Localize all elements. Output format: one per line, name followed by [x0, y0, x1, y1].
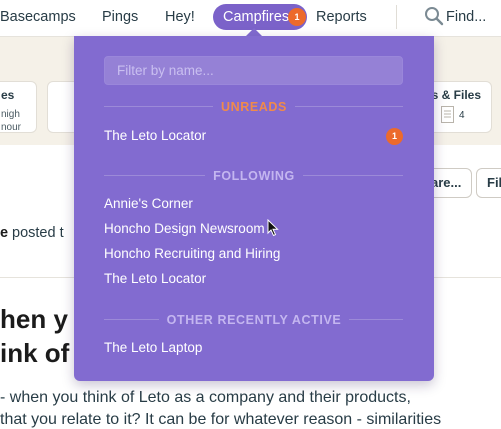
tool-card-left-line: nigh	[1, 109, 20, 120]
document-icon	[441, 106, 454, 123]
unreads-heading: UNREADS	[74, 99, 434, 115]
docs-files-count: 4	[459, 110, 465, 121]
campfire-link[interactable]: The Leto Locator	[104, 127, 206, 145]
nav-divider	[396, 5, 397, 29]
recent-heading-label: OTHER RECENTLY ACTIVE	[158, 313, 350, 327]
campfire-link[interactable]: The Leto Laptop	[104, 339, 202, 357]
recent-heading: OTHER RECENTLY ACTIVE	[74, 312, 434, 328]
search-icon[interactable]	[424, 6, 444, 26]
tool-card-left[interactable]: es nigh nour	[0, 81, 37, 133]
campfire-link[interactable]: The Leto Locator	[104, 270, 206, 288]
campfire-link[interactable]: Annie's Corner	[104, 195, 193, 213]
posted-text: posted t	[12, 225, 64, 241]
message-body-line: - when you think of Leto as a company an…	[0, 389, 411, 406]
tool-card-left-line: nour	[1, 122, 22, 133]
tool-card-docs-files[interactable]: cs & Files 4	[425, 81, 492, 133]
campfires-unread-badge: 1	[288, 8, 306, 26]
nav-basecamps[interactable]: Basecamps	[0, 0, 76, 34]
message-body-line: that you relate to it? It can be for wha…	[0, 411, 442, 428]
tool-card-left-title: es	[1, 88, 15, 102]
message-title: hen y	[0, 304, 68, 334]
campfire-link[interactable]: Honcho Recruiting and Hiring	[104, 245, 280, 263]
unread-count-badge: 1	[386, 128, 403, 145]
campfire-link[interactable]: Honcho Design Newsroom	[104, 220, 265, 238]
author-name[interactable]: e	[0, 225, 8, 241]
message-title: ink of	[0, 338, 70, 368]
nav-pings[interactable]: Pings	[102, 0, 138, 34]
nav-reports[interactable]: Reports	[316, 0, 367, 34]
following-heading-label: FOLLOWING	[205, 169, 303, 183]
files-button[interactable]: Fil	[476, 168, 501, 198]
campfires-dropdown: UNREADS The Leto Locator 1 FOLLOWING Ann…	[74, 36, 434, 381]
nav-hey[interactable]: Hey!	[165, 0, 195, 34]
find-link[interactable]: Find...	[446, 0, 486, 34]
filter-by-name-input[interactable]	[104, 56, 403, 85]
unreads-heading-label: UNREADS	[212, 100, 295, 114]
nav-campfires-label: Campfires	[223, 9, 290, 25]
mouse-pointer-icon	[267, 219, 279, 237]
following-heading: FOLLOWING	[74, 168, 434, 184]
